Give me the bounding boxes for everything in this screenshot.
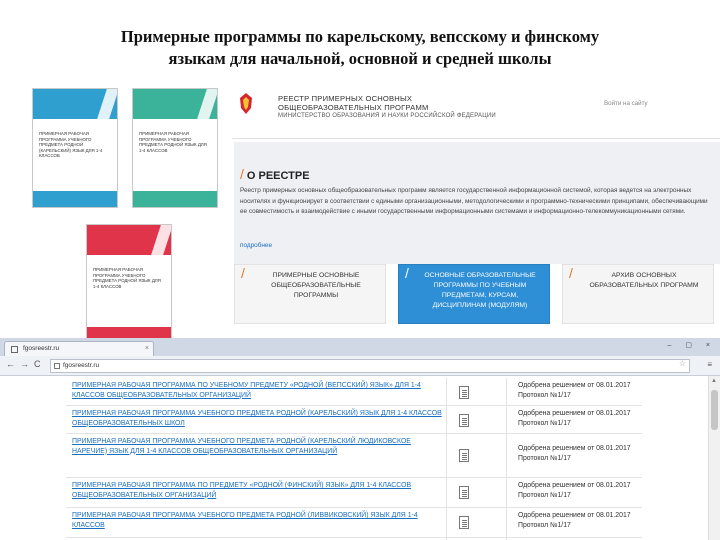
forward-icon[interactable]: → xyxy=(20,359,29,369)
cover-text: ПРИМЕРНАЯ РАБОЧАЯ ПРОГРАММА УЧЕБНОГО ПРЕ… xyxy=(93,267,161,289)
slide-title-line1: Примерные программы по карельскому, вепс… xyxy=(120,27,600,46)
registry-title-text: РЕЕСТР ПРИМЕРНЫХ ОСНОВНЫХ ОБЩЕОБРАЗОВАТЕ… xyxy=(278,94,429,113)
page-icon xyxy=(54,363,60,369)
cover-bottom-bar xyxy=(33,191,117,207)
about-text: Реестр примерных основных общеобразовате… xyxy=(240,187,708,216)
about-heading: / О РЕЕСТРЕ xyxy=(240,166,310,182)
scroll-thumb[interactable] xyxy=(711,390,718,430)
program-link[interactable]: ПРИМЕРНАЯ РАБОЧАЯ ПРОГРАММА ПО УЧЕБНОМУ … xyxy=(72,381,442,400)
tile-label: ПРИМЕРНЫЕ ОСНОВНЫЕ ОБЩЕОБРАЗОВАТЕЛЬНЫЕ П… xyxy=(271,272,361,299)
address-text: fgosreestr.ru xyxy=(63,362,100,369)
document-icon[interactable] xyxy=(459,486,469,499)
scroll-up-icon[interactable]: ▲ xyxy=(711,378,717,384)
approval-status: Одобрена решением от 08.01.2017 Протокол… xyxy=(518,482,631,499)
cover-bottom-bar xyxy=(133,191,217,207)
tile-exemplary-programs[interactable]: / ПРИМЕРНЫЕ ОСНОВНЫЕ ОБЩЕОБРАЗОВАТЕЛЬНЫЕ… xyxy=(234,264,386,324)
slide-title-line2: языкам для начальной, основной и средней… xyxy=(168,49,552,68)
tile-label: ОСНОВНЫЕ ОБРАЗОВАТЕЛЬНЫЕ ПРОГРАММЫ ПО УЧ… xyxy=(424,272,536,309)
tile-archive[interactable]: / АРХИВ ОСНОВНЫХ ОБРАЗОВАТЕЛЬНЫХ ПРОГРАМ… xyxy=(562,264,714,324)
approval-status: Одобрена решением от 08.01.2017 Протокол… xyxy=(518,410,631,427)
program-cover-finnish: ПРИМЕРНАЯ РАБОЧАЯ ПРОГРАММА УЧЕБНОГО ПРЕ… xyxy=(86,224,172,344)
document-icon[interactable] xyxy=(459,386,469,399)
bookmark-star-icon[interactable]: ☆ xyxy=(679,359,686,368)
programs-table: ПРИМЕРНАЯ РАБОЧАЯ ПРОГРАММА ПО УЧЕБНОМУ … xyxy=(66,378,642,540)
header-divider xyxy=(232,138,720,139)
approval-status: Одобрена решением от 08.01.2017 Протокол… xyxy=(518,382,631,399)
program-link[interactable]: ПРИМЕРНАЯ РАБОЧАЯ ПРОГРАММА ПО ПРЕДМЕТУ … xyxy=(72,481,442,500)
login-link[interactable]: Войти на сайту xyxy=(604,100,648,107)
tile-subject-programs[interactable]: / ОСНОВНЫЕ ОБРАЗОВАТЕЛЬНЫЕ ПРОГРАММЫ ПО … xyxy=(398,264,550,324)
back-icon[interactable]: ← xyxy=(6,359,15,369)
document-icon[interactable] xyxy=(459,414,469,427)
slash-icon: / xyxy=(569,265,573,281)
document-icon[interactable] xyxy=(459,449,469,462)
cover-text: ПРИМЕРНАЯ РАБОЧАЯ ПРОГРАММА УЧЕБНОГО ПРЕ… xyxy=(139,131,207,153)
slash-icon: / xyxy=(240,166,244,182)
slash-icon: / xyxy=(405,265,409,281)
program-link[interactable]: ПРИМЕРНАЯ РАБОЧАЯ ПРОГРАММА УЧЕБНОГО ПРЕ… xyxy=(72,409,442,428)
table-row: ПРИМЕРНАЯ РАБОЧАЯ ПРОГРАММА УЧЕБНОГО ПРЕ… xyxy=(66,434,642,478)
address-bar[interactable]: fgosreestr.ru xyxy=(50,359,690,373)
document-icon[interactable] xyxy=(459,516,469,529)
tab-title: fgosreestr.ru xyxy=(23,345,60,352)
emblem-icon xyxy=(234,90,258,120)
browser-tab[interactable]: fgosreestr.ru × xyxy=(4,341,154,356)
table-row: ПРИМЕРНАЯ РАБОЧАЯ ПРОГРАММА ПО ПРЕДМЕТУ … xyxy=(66,478,642,508)
browser-toolbar: ← → C fgosreestr.ru ☆ ≡ xyxy=(0,356,720,376)
vertical-scrollbar[interactable]: ▲ xyxy=(708,376,720,540)
program-cover-vepsian: ПРИМЕРНАЯ РАБОЧАЯ ПРОГРАММА УЧЕБНОГО ПРЕ… xyxy=(132,88,218,208)
read-more-link[interactable]: подробнее xyxy=(240,242,272,249)
registry-title[interactable]: РЕЕСТР ПРИМЕРНЫХ ОСНОВНЫХ ОБЩЕОБРАЗОВАТЕ… xyxy=(278,94,508,122)
tab-bar: fgosreestr.ru × – ▢ × xyxy=(0,338,720,356)
slide-title: Примерные программы по карельскому, вепс… xyxy=(30,26,690,70)
browser-window: fgosreestr.ru × – ▢ × ← → C fgosreestr.r… xyxy=(0,338,720,540)
program-link[interactable]: ПРИМЕРНАЯ РАБОЧАЯ ПРОГРАММА УЧЕБНОГО ПРЕ… xyxy=(72,437,442,456)
ministry-name: МИНИСТЕРСТВО ОБРАЗОВАНИЯ И НАУКИ РОССИЙС… xyxy=(278,113,496,120)
registry-site: РЕЕСТР ПРИМЕРНЫХ ОСНОВНЫХ ОБЩЕОБРАЗОВАТЕ… xyxy=(232,86,720,326)
slash-icon: / xyxy=(241,265,245,281)
table-row: ПРИМЕРНАЯ РАБОЧАЯ ПРОГРАММА УЧЕБНОГО ПРЕ… xyxy=(66,406,642,434)
menu-icon[interactable]: ≡ xyxy=(707,360,712,369)
program-cover-karelian: ПРИМЕРНАЯ РАБОЧАЯ ПРОГРАММА УЧЕБНОГО ПРЕ… xyxy=(32,88,118,208)
program-link[interactable]: ПРИМЕРНАЯ РАБОЧАЯ ПРОГРАММА УЧЕБНОГО ПРЕ… xyxy=(72,511,442,530)
window-controls[interactable]: – ▢ × xyxy=(668,341,716,349)
favicon-icon xyxy=(11,346,18,353)
reload-icon[interactable]: C xyxy=(34,359,41,369)
table-row: ПРИМЕРНАЯ РАБОЧАЯ ПРОГРАММА УЧЕБНОГО ПРЕ… xyxy=(66,508,642,538)
approval-status: Одобрена решением от 08.01.2017 Протокол… xyxy=(518,445,631,462)
cover-text: ПРИМЕРНАЯ РАБОЧАЯ ПРОГРАММА УЧЕБНОГО ПРЕ… xyxy=(39,131,103,159)
table-row: ПРИМЕРНАЯ РАБОЧАЯ ПРОГРАММА ПО УЧЕБНОМУ … xyxy=(66,378,642,406)
approval-status: Одобрена решением от 08.01.2017 Протокол… xyxy=(518,512,631,529)
close-tab-icon[interactable]: × xyxy=(145,342,149,356)
tile-label: АРХИВ ОСНОВНЫХ ОБРАЗОВАТЕЛЬНЫХ ПРОГРАММ xyxy=(589,272,699,289)
